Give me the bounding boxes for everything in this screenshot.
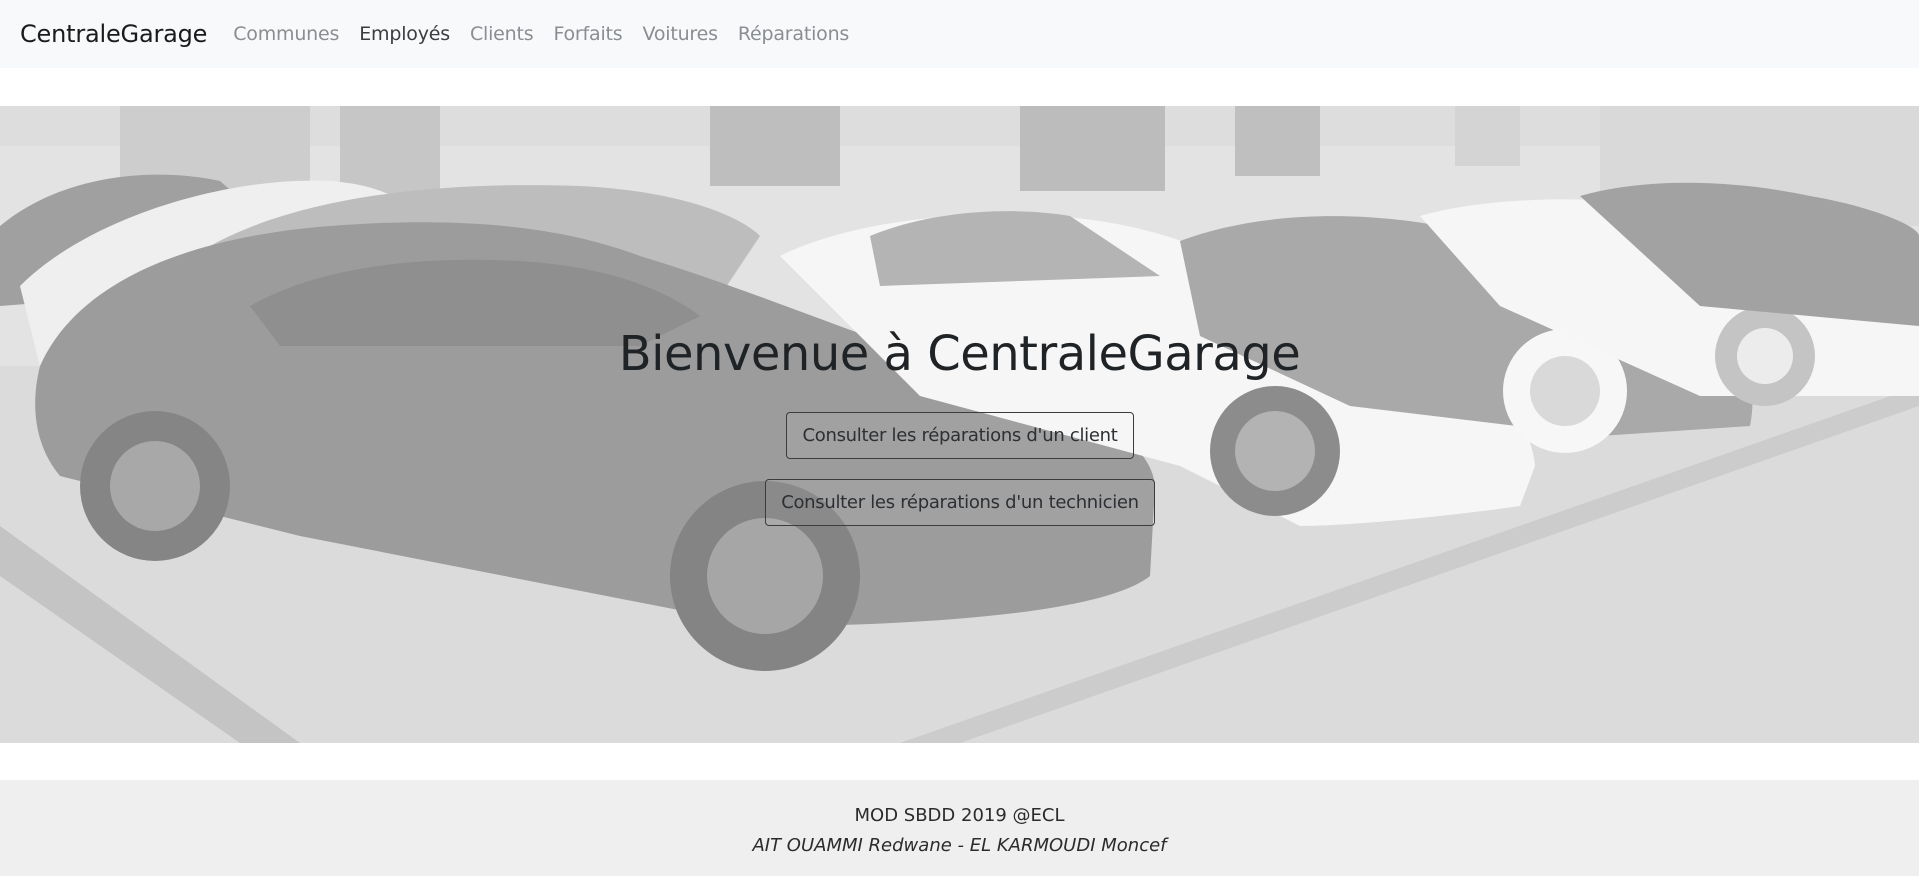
footer-authors: AIT OUAMMI Redwane - EL KARMOUDI Moncef: [752, 835, 1167, 856]
view-client-repairs-button[interactable]: Consulter les réparations d'un client: [786, 412, 1134, 459]
nav-item-voitures[interactable]: Voitures: [633, 23, 728, 45]
nav-item-forfaits[interactable]: Forfaits: [543, 23, 632, 45]
hero-title: Bienvenue à CentraleGarage: [618, 326, 1301, 382]
view-technician-repairs-button[interactable]: Consulter les réparations d'un technicie…: [765, 479, 1155, 526]
brand-link[interactable]: CentraleGarage: [20, 20, 207, 48]
hero-content: Bienvenue à CentraleGarage Consulter les…: [0, 106, 1919, 743]
page-footer: MOD SBDD 2019 @ECL AIT OUAMMI Redwane - …: [0, 780, 1919, 876]
nav-item-employes[interactable]: Employés: [349, 23, 460, 45]
hero-banner: Bienvenue à CentraleGarage Consulter les…: [0, 106, 1919, 743]
top-navbar: CentraleGarage Communes Employés Clients…: [0, 0, 1919, 68]
nav-item-reparations[interactable]: Réparations: [728, 23, 859, 45]
nav-menu: Communes Employés Clients Forfaits Voitu…: [223, 23, 859, 45]
footer-copyright: MOD SBDD 2019 @ECL: [854, 805, 1065, 826]
nav-item-clients[interactable]: Clients: [460, 23, 544, 45]
nav-item-communes[interactable]: Communes: [223, 23, 349, 45]
